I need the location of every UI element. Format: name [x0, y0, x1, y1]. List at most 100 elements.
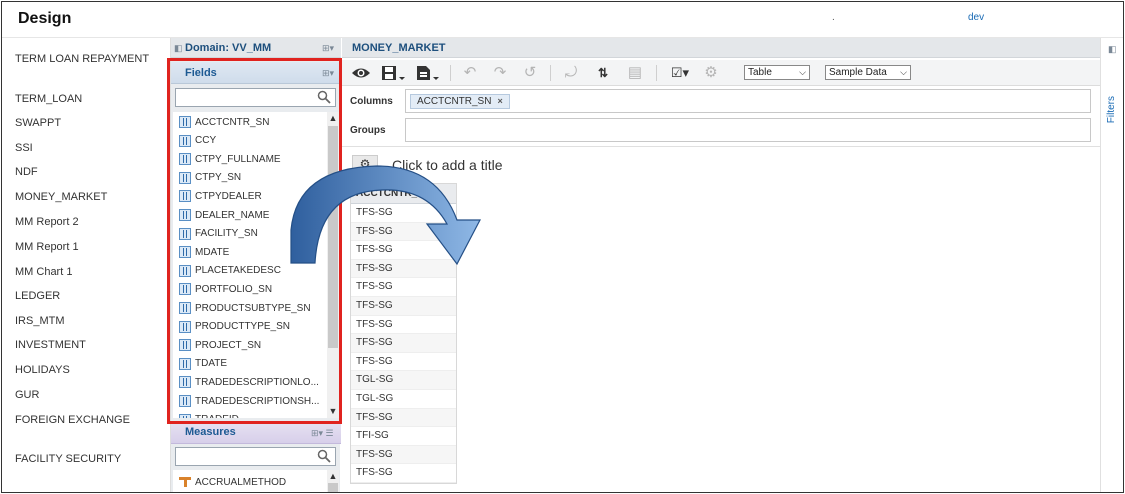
sort-icon[interactable]: ⇅: [592, 63, 614, 83]
report-item[interactable]: INVESTMENT: [15, 338, 165, 353]
table-cell[interactable]: TFS-SG: [351, 408, 456, 428]
header-dot: .: [832, 12, 835, 23]
groups-drop-zone[interactable]: [405, 118, 1091, 142]
field-item[interactable]: PRODUCTTYPE_SN: [179, 319, 329, 335]
user-link[interactable]: dev: [968, 12, 984, 23]
table-cell[interactable]: TGL-SG: [351, 390, 456, 409]
report-item[interactable]: HOLIDAYS: [15, 363, 165, 378]
scroll-up-icon[interactable]: ▲: [327, 470, 339, 482]
measures-menu-icon[interactable]: ⊞▾ ☰: [311, 428, 334, 439]
field-item[interactable]: CTPY_FULLNAME: [179, 151, 329, 167]
field-item[interactable]: PRODUCTSUBTYPE_SN: [179, 300, 329, 316]
field-column-icon: [179, 153, 191, 166]
report-item[interactable]: FOREIGN EXCHANGE: [15, 413, 165, 428]
field-item[interactable]: DEALER_NAME: [179, 207, 329, 223]
field-item[interactable]: TRADEDESCRIPTIONSH...: [179, 393, 329, 409]
field-item[interactable]: TDATE: [179, 356, 329, 372]
details-icon[interactable]: ▤: [624, 63, 646, 83]
report-item[interactable]: SSI: [15, 141, 165, 156]
columns-drop-zone[interactable]: ACCTCNTR_SN ×: [405, 89, 1091, 113]
table-cell[interactable]: TFS-SG: [351, 316, 456, 335]
scrollbar-thumb[interactable]: [328, 483, 338, 492]
fields-scrollbar[interactable]: ▲ ▼: [327, 112, 339, 418]
measures-list: ACCRUALMETHOD ▲: [173, 470, 339, 492]
collapse-icon[interactable]: ◧: [174, 43, 183, 54]
field-column-icon: [179, 190, 191, 203]
add-title-placeholder[interactable]: Click to add a title: [392, 157, 503, 173]
fields-search-input[interactable]: [175, 88, 336, 107]
field-label: CTPY_FULLNAME: [195, 153, 281, 165]
eye-icon[interactable]: [350, 63, 372, 83]
column-pill[interactable]: ACCTCNTR_SN ×: [410, 94, 510, 109]
table-cell[interactable]: TFS-SG: [351, 334, 456, 353]
remove-icon[interactable]: ×: [497, 95, 502, 108]
checklist-icon[interactable]: ☑▾: [666, 63, 694, 83]
measures-search-input[interactable]: [175, 447, 336, 466]
report-item[interactable]: IRS_MTM: [15, 314, 165, 329]
measure-item[interactable]: ACCRUALMETHOD: [179, 474, 329, 490]
report-item[interactable]: MM Report 2: [15, 215, 165, 230]
pivot-icon[interactable]: ⤾: [560, 63, 582, 83]
field-item[interactable]: ACCTCNTR_SN: [179, 114, 329, 130]
report-item[interactable]: MM Chart 1: [15, 265, 165, 280]
gear-icon[interactable]: ⚙: [352, 155, 378, 173]
report-item[interactable]: NDF: [15, 165, 165, 180]
field-item[interactable]: PROJECT_SN: [179, 337, 329, 353]
report-item[interactable]: MONEY_MARKET: [15, 190, 165, 205]
export-icon[interactable]: [414, 63, 440, 83]
report-item[interactable]: FACILITY SECURITY: [15, 452, 165, 467]
field-item[interactable]: CTPYDEALER: [179, 188, 329, 204]
field-item[interactable]: PORTFOLIO_SN: [179, 281, 329, 297]
redo-icon[interactable]: ↷: [490, 63, 510, 83]
field-item[interactable]: CTPY_SN: [179, 170, 329, 186]
report-item[interactable]: TERM LOAN REPAYMENT: [15, 52, 165, 67]
scroll-up-icon[interactable]: ▲: [327, 112, 339, 124]
collapse-icon[interactable]: ◧: [1108, 44, 1117, 55]
scroll-down-icon[interactable]: ▼: [327, 405, 339, 417]
table-cell[interactable]: TFS-SG: [351, 259, 456, 279]
toolbar-separator: [656, 65, 657, 81]
table-cell[interactable]: TFS-SG: [351, 204, 456, 223]
field-item[interactable]: TRADEDESCRIPTIONLO...: [179, 374, 329, 390]
filter-options-icon[interactable]: ⚙: [700, 63, 722, 83]
field-column-icon: [179, 116, 191, 128]
field-item[interactable]: FACILITY_SN: [179, 226, 329, 242]
search-icon[interactable]: [317, 449, 331, 463]
data-select[interactable]: Sample Data ⌵: [825, 65, 911, 80]
measures-header[interactable]: Measures ⊞▾ ☰: [171, 422, 341, 444]
field-item[interactable]: TRADEID: [179, 412, 329, 418]
table-cell[interactable]: TFS-SG: [351, 278, 456, 297]
fields-menu-icon[interactable]: ⊞▾: [322, 68, 334, 79]
scrollbar-thumb[interactable]: [328, 126, 338, 348]
table-cell[interactable]: TFI-SG: [351, 427, 456, 446]
save-icon[interactable]: [380, 63, 406, 83]
table-cell[interactable]: TGL-SG: [351, 371, 456, 390]
report-item[interactable]: MM Report 1: [15, 240, 165, 255]
domain-menu-icon[interactable]: ⊞▾: [322, 43, 334, 54]
fields-header[interactable]: Fields ⊞▾: [171, 62, 341, 84]
report-item[interactable]: TERM_LOAN: [15, 92, 165, 107]
table-cell[interactable]: TFS-SG: [351, 464, 456, 483]
view-select[interactable]: Table ⌵: [744, 65, 810, 80]
undo-icon[interactable]: ↶: [460, 63, 480, 83]
table-cell[interactable]: TFS-SG: [351, 296, 456, 316]
domain-title: Domain: VV_MM: [185, 42, 272, 54]
report-item[interactable]: GUR: [15, 388, 165, 403]
report-item[interactable]: SWAPPT: [15, 116, 165, 131]
filters-tab[interactable]: Filters: [1106, 96, 1117, 123]
field-item[interactable]: PLACETAKEDESC: [179, 263, 329, 279]
table-cell[interactable]: TFS-SG: [351, 445, 456, 465]
table-cell[interactable]: TFS-SG: [351, 241, 456, 260]
data-table: ACCTCNTR_SN TFS-SG TFS-SG TFS-SG TFS-SG TFS-…: [350, 183, 457, 484]
report-item[interactable]: LEDGER: [15, 289, 165, 304]
field-item[interactable]: CCY: [179, 133, 329, 149]
measures-scrollbar[interactable]: ▲: [327, 470, 339, 492]
table-header[interactable]: ACCTCNTR_SN: [351, 184, 456, 204]
search-icon[interactable]: [317, 90, 331, 104]
table-cell[interactable]: TFS-SG: [351, 353, 456, 372]
table-cell[interactable]: TFS-SG: [351, 222, 456, 242]
field-column-icon: [179, 357, 191, 370]
field-item[interactable]: MDATE: [179, 244, 329, 260]
header: Design . dev: [2, 2, 1123, 38]
reset-icon[interactable]: ↺: [520, 63, 540, 83]
